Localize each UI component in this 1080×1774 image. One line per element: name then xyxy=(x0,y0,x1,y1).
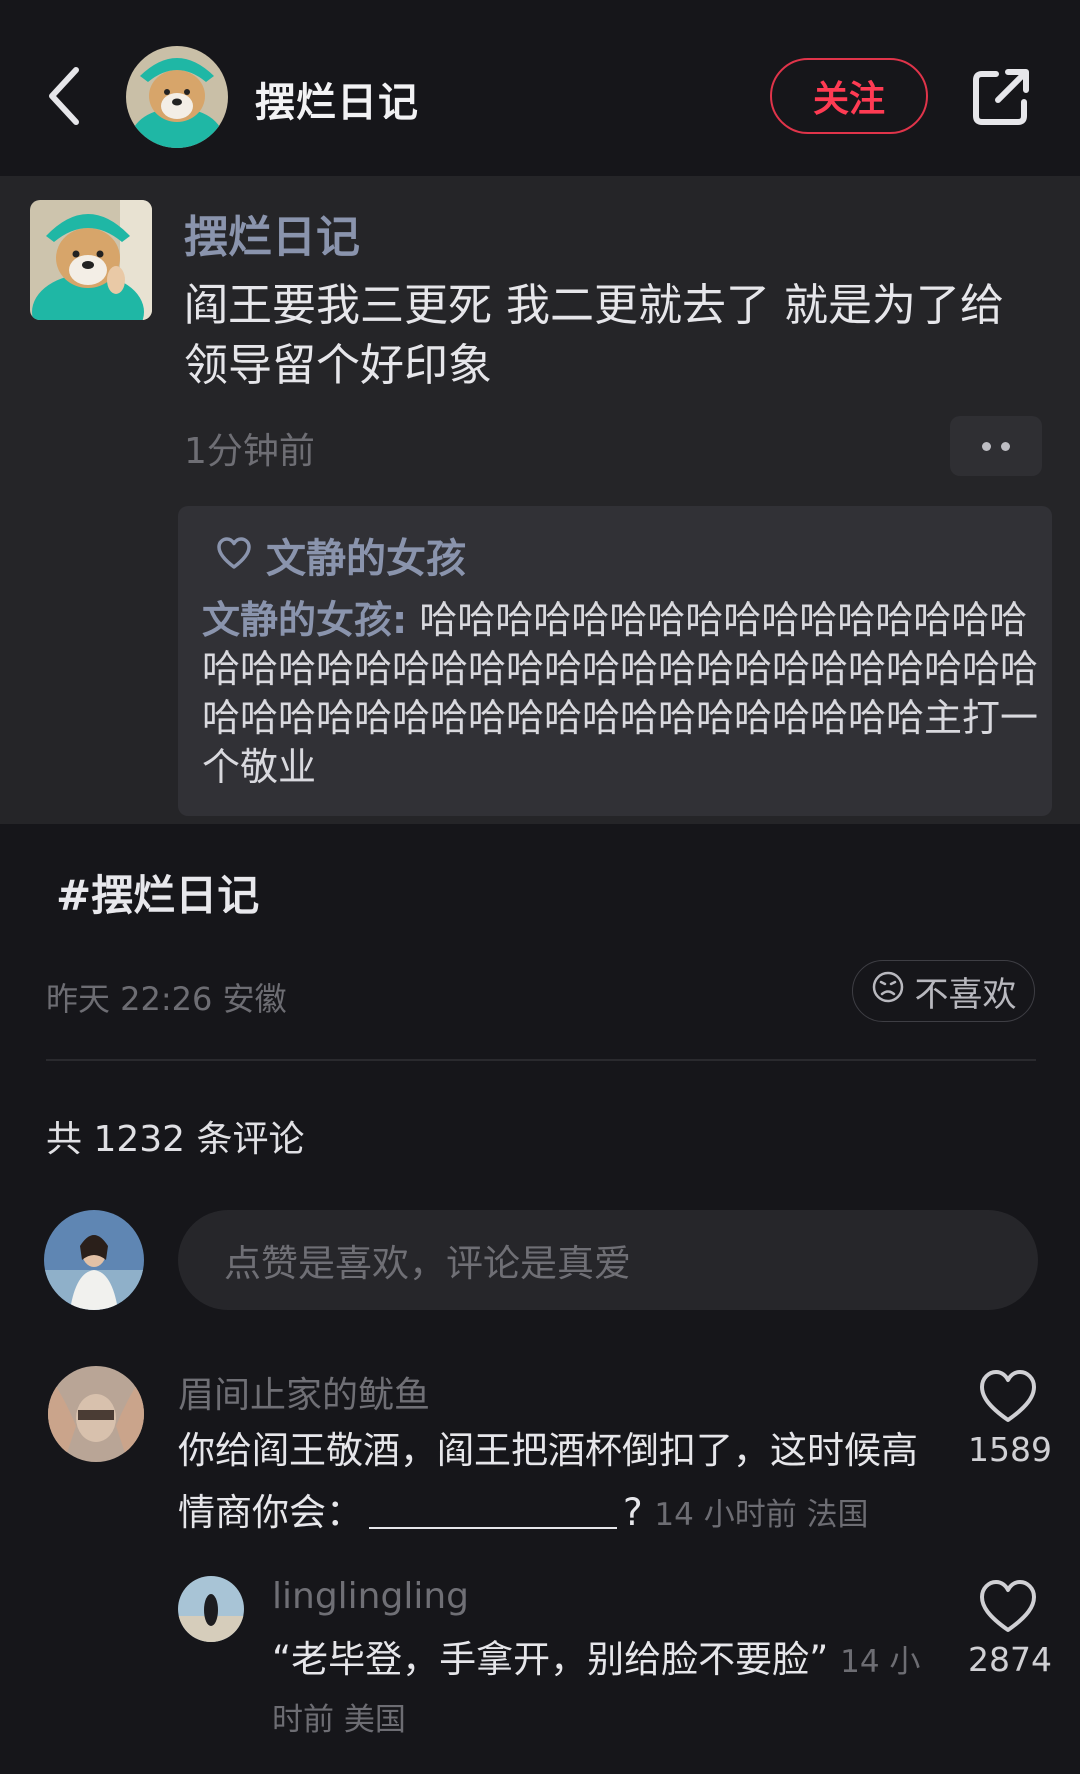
reply-text: “老毕登，手拿开，别给脸不要脸” 14 小时前 美国 xyxy=(272,1632,922,1748)
top-bar: 摆烂日记 关注 xyxy=(0,0,1080,176)
reply-username[interactable]: linglingling xyxy=(272,1576,469,1617)
repost-card[interactable]: 摆烂日记 阎王要我三更死 我二更就去了 就是为了给领导留个好印象 1分钟前 文静… xyxy=(0,176,1080,824)
quote-author-name[interactable]: 文静的女孩: xyxy=(202,598,407,642)
post-date-location: 昨天 22:26 安徽 xyxy=(46,980,287,1018)
comment-meta: 14 小时前 法国 xyxy=(654,1497,869,1533)
comment-count: 共 1232 条评论 xyxy=(46,1119,305,1160)
like-heart-icon[interactable] xyxy=(968,1576,1048,1636)
fill-in-blank xyxy=(369,1489,617,1529)
back-icon[interactable] xyxy=(40,56,100,136)
like-count: 2874 xyxy=(968,1640,1052,1679)
follow-button[interactable]: 关注 xyxy=(770,58,928,134)
comment-text: 你给阎王敬酒，阎王把酒杯倒扣了，这时候高情商你会：? 14 小时前 法国 xyxy=(178,1420,948,1546)
divider xyxy=(46,1059,1036,1061)
quoted-comment-box[interactable]: 文静的女孩 文静的女孩: 哈哈哈哈哈哈哈哈哈哈哈哈哈哈哈哈哈哈哈哈哈哈哈哈哈哈哈… xyxy=(178,506,1052,816)
post-author-name[interactable]: 摆烂日记 xyxy=(184,201,360,265)
comment-username[interactable]: 眉间止家的鱿鱼 xyxy=(178,1366,430,1418)
comment-avatar[interactable] xyxy=(48,1366,144,1462)
reply-avatar[interactable] xyxy=(178,1576,244,1642)
page-title: 摆烂日记 xyxy=(255,80,419,126)
my-avatar[interactable] xyxy=(44,1210,144,1310)
more-options-button[interactable] xyxy=(950,416,1042,476)
dislike-label: 不喜欢 xyxy=(914,974,1017,1015)
post-text: 阎王要我三更死 我二更就去了 就是为了给领导留个好印象 xyxy=(184,280,1004,391)
reply-text-body: “老毕登，手拿开，别给脸不要脸” xyxy=(272,1638,829,1681)
quote-title[interactable]: 文静的女孩 xyxy=(266,526,466,584)
heart-outline-icon xyxy=(216,536,252,574)
more-dot-icon xyxy=(982,441,991,451)
quote-header: 文静的女孩 xyxy=(216,526,466,584)
like-count: 1589 xyxy=(968,1430,1052,1469)
author-avatar[interactable] xyxy=(126,46,228,148)
dislike-button[interactable]: 不喜欢 xyxy=(852,960,1035,1022)
post-time: 1分钟前 xyxy=(184,431,315,472)
like-heart-icon[interactable] xyxy=(968,1366,1048,1426)
comment-text-after: ? xyxy=(623,1491,643,1534)
post-author-avatar[interactable] xyxy=(30,200,152,320)
comment-input[interactable]: 点赞是喜欢，评论是真爱 xyxy=(178,1210,1038,1310)
share-icon[interactable] xyxy=(968,64,1034,130)
sad-face-icon xyxy=(871,970,905,1013)
quote-body: 文静的女孩: 哈哈哈哈哈哈哈哈哈哈哈哈哈哈哈哈哈哈哈哈哈哈哈哈哈哈哈哈哈哈哈哈哈… xyxy=(202,596,1038,792)
hashtag-link[interactable]: #摆烂日记 xyxy=(56,862,259,923)
more-dot-icon xyxy=(1001,441,1010,451)
